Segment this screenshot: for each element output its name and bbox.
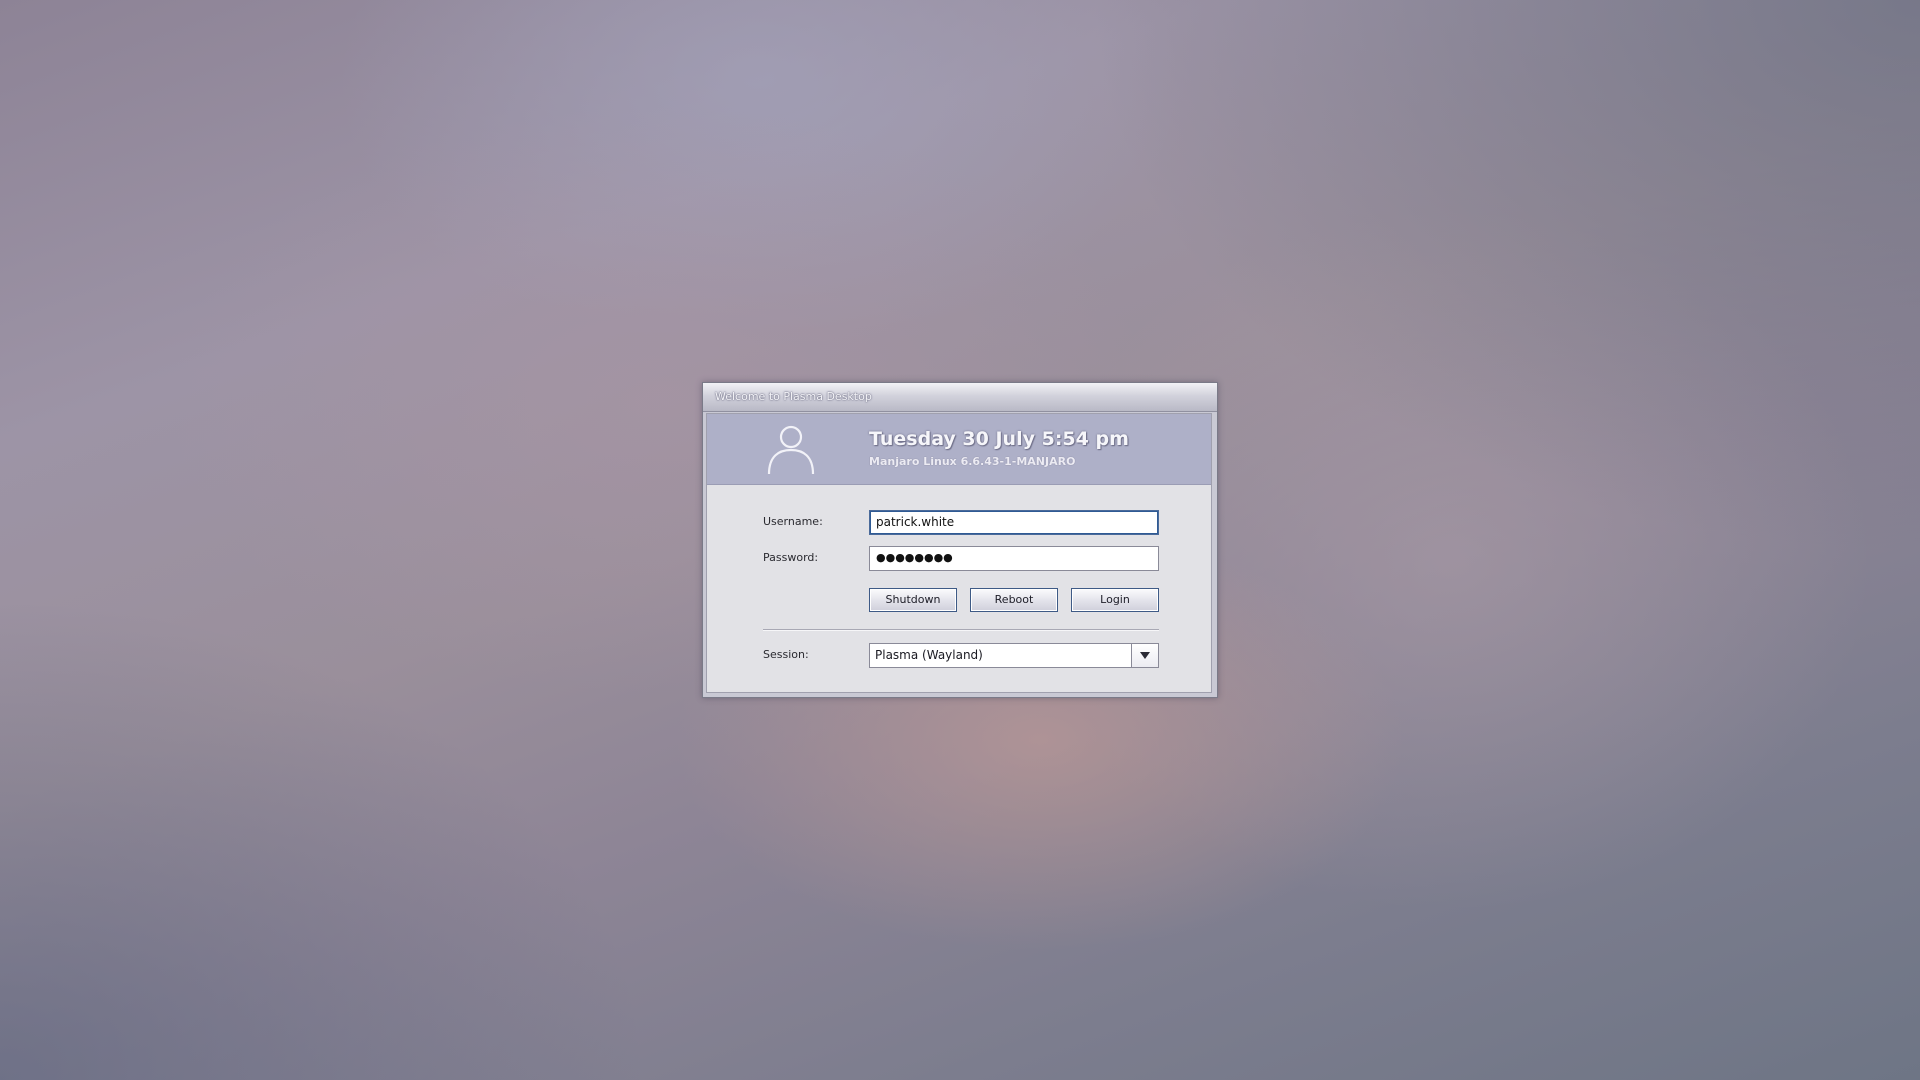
- password-label: Password:: [763, 551, 819, 564]
- divider: [763, 629, 1159, 631]
- desktop-background: Welcome to Plasma Desktop Tuesday 30 Jul…: [0, 0, 1920, 1080]
- reboot-button[interactable]: Reboot: [970, 588, 1058, 612]
- password-value: ●●●●●●●●: [876, 551, 953, 564]
- window-titlebar[interactable]: Welcome to Plasma Desktop: [703, 383, 1217, 412]
- os-version-label: Manjaro Linux 6.6.43-1-MANJARO: [869, 455, 1076, 468]
- chevron-down-icon: [1140, 652, 1150, 659]
- window-title: Welcome to Plasma Desktop: [715, 390, 872, 403]
- desktop-shade: [0, 560, 700, 1080]
- date-time-display: Tuesday 30 July 5:54 pm: [869, 428, 1129, 450]
- session-dropdown-button[interactable]: [1131, 644, 1158, 667]
- login-dialog: Welcome to Plasma Desktop Tuesday 30 Jul…: [702, 382, 1218, 698]
- dialog-body: Tuesday 30 July 5:54 pm Manjaro Linux 6.…: [706, 413, 1212, 693]
- username-value: patrick.white: [876, 515, 955, 529]
- username-input[interactable]: patrick.white: [869, 510, 1159, 535]
- login-button[interactable]: Login: [1071, 588, 1159, 612]
- shutdown-button[interactable]: Shutdown: [869, 588, 957, 612]
- header-band: Tuesday 30 July 5:54 pm Manjaro Linux 6.…: [707, 414, 1211, 485]
- session-select[interactable]: Plasma (Wayland): [869, 643, 1159, 668]
- session-selected-value: Plasma (Wayland): [875, 648, 983, 662]
- username-label: Username:: [763, 515, 823, 528]
- password-input[interactable]: ●●●●●●●●: [869, 546, 1159, 571]
- session-label: Session:: [763, 648, 809, 661]
- user-icon: [767, 425, 815, 475]
